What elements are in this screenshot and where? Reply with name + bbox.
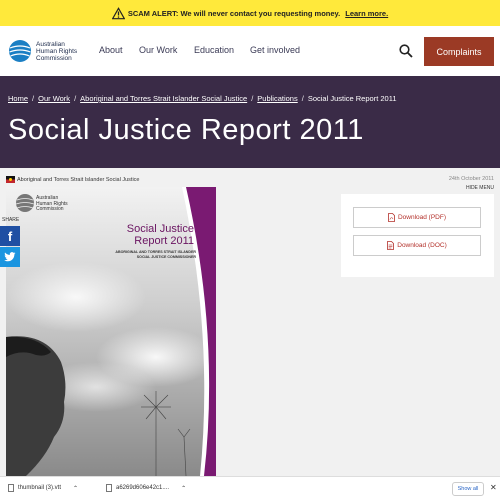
pdf-file-icon xyxy=(388,213,395,222)
scam-alert-text: SCAM ALERT: We will never contact you re… xyxy=(127,8,341,18)
breadcrumb-separator: / xyxy=(251,94,254,103)
twitter-share-button[interactable] xyxy=(0,247,20,267)
download-item[interactable]: a6269d606e42c1.... ⌃ xyxy=(106,484,186,492)
logo-line: Human Rights xyxy=(36,47,78,55)
nav-our-work[interactable]: Our Work xyxy=(139,45,194,55)
share-label: SHARE xyxy=(2,217,20,223)
download-doc-button[interactable]: Download (DOC) xyxy=(353,235,481,256)
warning-icon xyxy=(111,6,125,19)
downloads-panel: Download (PDF) Download (DOC) xyxy=(341,194,494,277)
breadcrumb-separator: / xyxy=(301,94,304,103)
breadcrumb-publications[interactable]: Publications xyxy=(257,94,297,103)
close-icon[interactable]: ✕ xyxy=(490,483,497,492)
hide-menu-button[interactable]: HIDE MENU xyxy=(466,185,494,191)
complaints-button[interactable]: Complaints xyxy=(424,37,494,66)
nav-education[interactable]: Education xyxy=(194,45,250,55)
chevron-up-icon[interactable]: ⌃ xyxy=(181,485,186,492)
download-item-name: a6269d606e42c1.... xyxy=(116,485,170,491)
breadcrumb-social-justice[interactable]: Aboriginal and Torres Strait Islander So… xyxy=(80,94,247,103)
scam-alert-bar: SCAM ALERT: We will never contact you re… xyxy=(0,0,500,26)
category-label: Aboriginal and Torres Strait Islander So… xyxy=(17,176,140,183)
download-pdf-button[interactable]: Download (PDF) xyxy=(353,207,481,228)
cover-org-name: Australian Human Rights Commission xyxy=(36,195,68,213)
learn-more-link[interactable]: Learn more. xyxy=(345,9,388,18)
download-item-name: thumbnail (3).vtt xyxy=(18,485,62,491)
file-icon xyxy=(8,484,14,492)
publication-meta: Aboriginal and Torres Strait Islander So… xyxy=(0,174,500,184)
publish-date: 24th October 2011 xyxy=(448,176,494,182)
facebook-share-button[interactable]: f xyxy=(0,226,20,246)
doc-file-icon xyxy=(387,241,395,250)
cover-title-line: Social Justice xyxy=(126,223,194,235)
breadcrumb-separator: / xyxy=(32,94,35,103)
aboriginal-flag-icon xyxy=(6,176,15,183)
download-doc-label: Download (DOC) xyxy=(397,242,447,249)
cover-subtitle-line: SOCIAL JUSTICE COMMISSIONER xyxy=(136,254,196,259)
logo-line: Commission xyxy=(36,54,72,62)
logo-text: Australian Human Rights Commission xyxy=(36,41,77,62)
main-content: Aboriginal and Torres Strait Islander So… xyxy=(0,168,500,476)
twitter-icon xyxy=(4,252,16,262)
globe-logo-icon xyxy=(9,40,31,62)
nav-get-involved[interactable]: Get involved xyxy=(250,45,300,55)
site-header: Australian Human Rights Commission About… xyxy=(0,26,500,76)
breadcrumb: Home / Our Work / Aboriginal and Torres … xyxy=(8,94,397,103)
show-all-button[interactable]: Show all xyxy=(452,482,484,496)
breadcrumb-our-work[interactable]: Our Work xyxy=(38,94,70,103)
file-icon xyxy=(106,484,112,492)
page-hero: Home / Our Work / Aboriginal and Torres … xyxy=(0,76,500,168)
cover-title: Social Justice Report 2011 xyxy=(118,223,194,247)
nav-about[interactable]: About xyxy=(99,45,139,55)
cover-title-line: Report 2011 xyxy=(134,235,194,247)
breadcrumb-home[interactable]: Home xyxy=(8,94,28,103)
cover-org-line: Commission xyxy=(36,206,64,212)
category-tag[interactable]: Aboriginal and Torres Strait Islander So… xyxy=(6,176,140,183)
page-title: Social Justice Report 2011 xyxy=(8,114,364,146)
site-logo[interactable]: Australian Human Rights Commission xyxy=(8,39,77,63)
report-cover-image: Australian Human Rights Commission Socia… xyxy=(6,187,216,476)
main-nav: About Our Work Education Get involved xyxy=(99,45,300,55)
search-icon[interactable] xyxy=(399,44,413,58)
facebook-icon: f xyxy=(7,228,13,244)
cover-subtitle: ABORIGINAL AND TORRES STRAIT ISLANDER SO… xyxy=(94,250,196,259)
download-item[interactable]: thumbnail (3).vtt ⌃ xyxy=(8,484,78,492)
breadcrumb-current: Social Justice Report 2011 xyxy=(307,94,397,103)
logo-line: Australian xyxy=(36,40,65,48)
browser-download-bar: thumbnail (3).vtt ⌃ a6269d606e42c1.... ⌃… xyxy=(0,476,500,500)
breadcrumb-separator: / xyxy=(74,94,77,103)
chevron-up-icon[interactable]: ⌃ xyxy=(73,485,78,492)
download-pdf-label: Download (PDF) xyxy=(397,214,447,221)
